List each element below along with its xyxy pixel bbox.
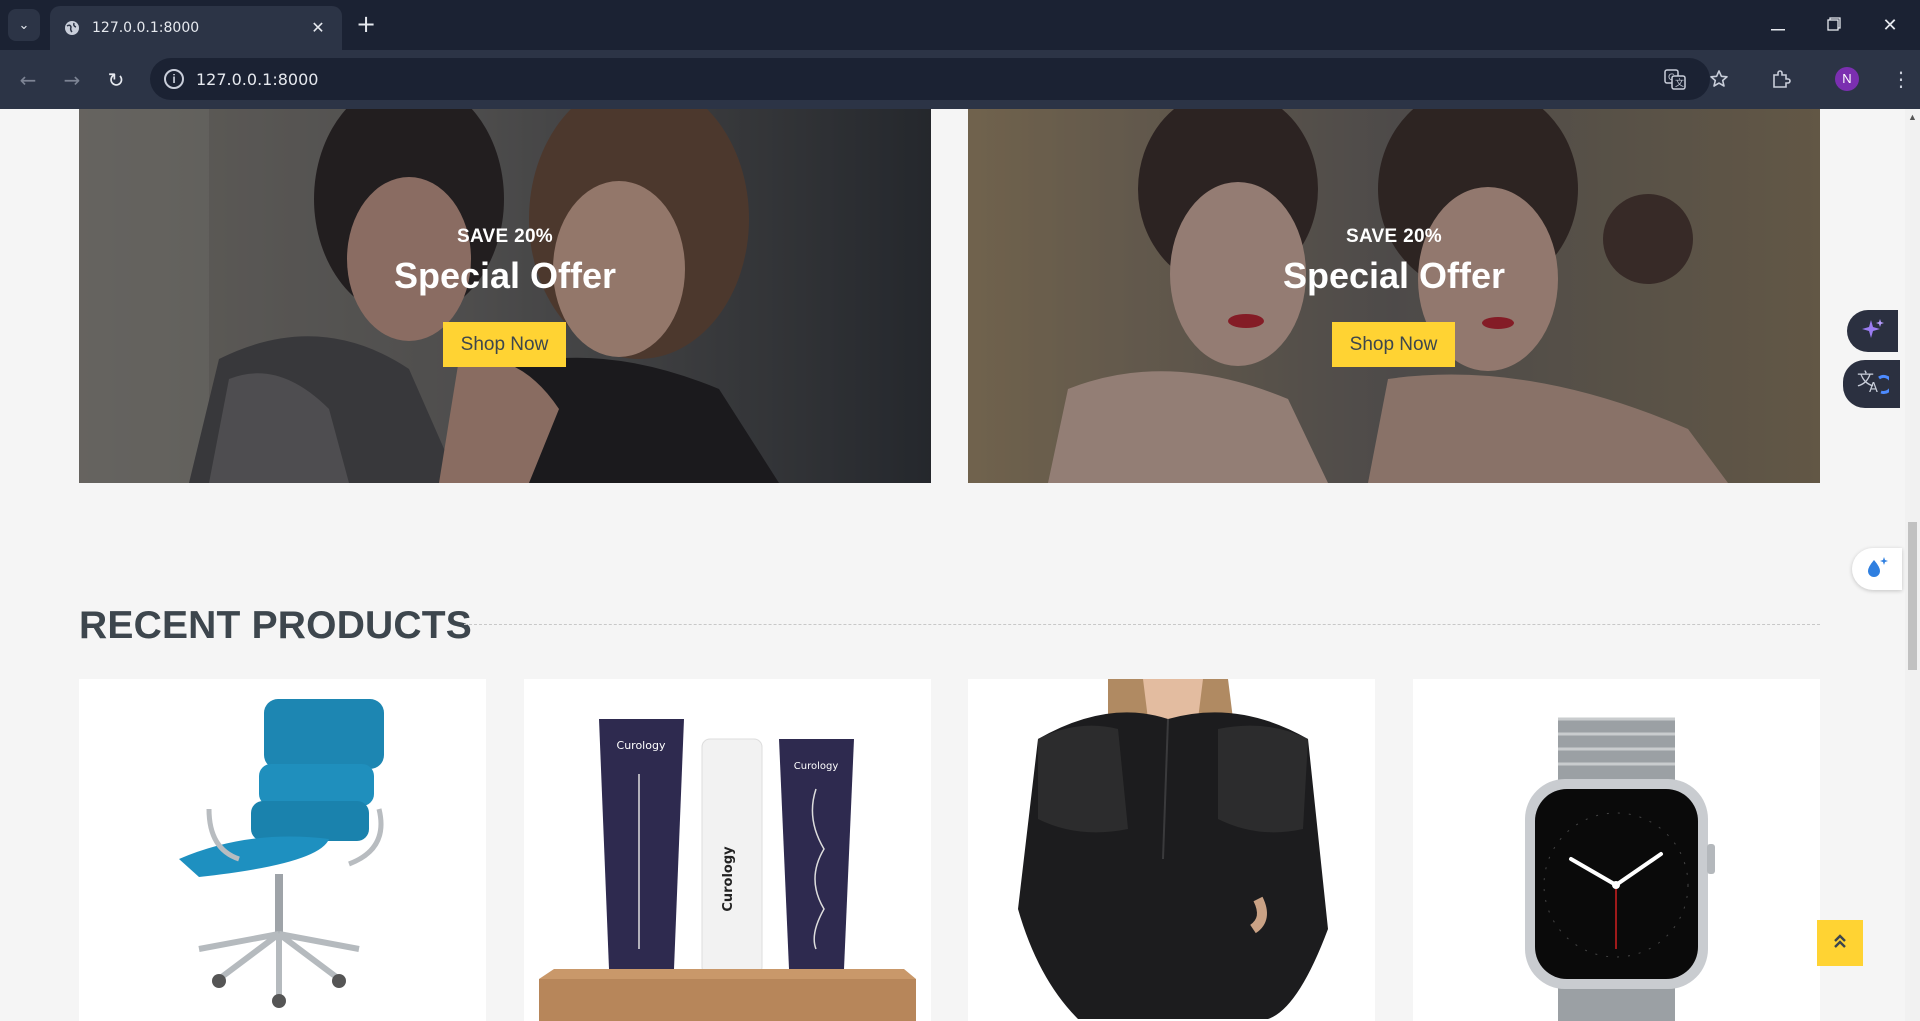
- arrow-right-icon: →: [63, 68, 81, 92]
- scroll-up-arrow[interactable]: ▲: [1905, 112, 1920, 126]
- offer-content: SAVE 20% Special Offer Shop Now: [968, 109, 1820, 483]
- offer-title: Special Offer: [1282, 255, 1506, 296]
- section-heading: RECENT PRODUCTS: [79, 604, 473, 647]
- droplet-sparkle-icon: [1863, 555, 1891, 584]
- reload-icon: ↻: [107, 68, 125, 92]
- product-image-lace-blouse: [1018, 679, 1328, 1019]
- globe-icon: [64, 20, 80, 36]
- address-bar[interactable]: i 127.0.0.1:8000 G文: [150, 58, 1728, 100]
- product-card-1[interactable]: [79, 679, 486, 1021]
- offer-discount: SAVE 20%: [456, 226, 554, 247]
- eyedropper-widget[interactable]: [1852, 548, 1902, 590]
- puzzle-icon[interactable]: [1767, 65, 1795, 93]
- kebab-menu-icon[interactable]: ⋮: [1887, 65, 1915, 93]
- product-image-office-chair: [179, 699, 384, 1008]
- avatar[interactable]: N: [1835, 67, 1859, 91]
- shop-now-button[interactable]: Shop Now: [1332, 322, 1455, 367]
- ai-assistant-widget[interactable]: [1847, 310, 1898, 352]
- close-icon[interactable]: ✕: [308, 18, 328, 38]
- close-window-button[interactable]: ✕: [1862, 0, 1918, 50]
- product-image-skincare-set: Curology Curology Curology: [539, 719, 916, 1021]
- tab-search-button[interactable]: ⌄: [8, 9, 40, 41]
- arrow-left-icon: ←: [19, 68, 37, 92]
- product-brand-text: Curology: [617, 739, 666, 752]
- minimize-button[interactable]: [1750, 0, 1806, 50]
- offer-banner-2: SAVE 20% Special Offer Shop Now: [968, 109, 1820, 483]
- minimize-icon: [1771, 15, 1785, 36]
- chevron-down-icon: ⌄: [18, 17, 30, 32]
- product-image-smartwatch: [1525, 717, 1715, 1021]
- page-viewport: SAVE 20% Special Offer Shop Now SAVE 20%…: [0, 109, 1920, 1021]
- scrollbar-thumb[interactable]: [1908, 522, 1917, 670]
- forward-button[interactable]: →: [56, 64, 88, 96]
- info-icon[interactable]: i: [164, 69, 184, 89]
- product-brand-text: Curology: [721, 846, 736, 912]
- svg-text:A: A: [1869, 381, 1878, 396]
- product-card-2[interactable]: Curology Curology Curology: [524, 679, 931, 1021]
- back-button[interactable]: ←: [12, 64, 44, 96]
- star-icon[interactable]: [1708, 68, 1730, 90]
- product-card-4[interactable]: [1413, 679, 1820, 1021]
- reload-button[interactable]: ↻: [100, 64, 132, 96]
- product-brand-text: Curology: [794, 761, 839, 772]
- double-chevron-up-icon: [1833, 933, 1847, 954]
- browser-toolbar: ← → ↻ i 127.0.0.1:8000 G文 ⋮: [0, 50, 1920, 109]
- browser-tab-bar: ⌄ 127.0.0.1:8000 ✕ + ✕: [0, 0, 1920, 50]
- translate-icon[interactable]: G文: [1664, 68, 1686, 90]
- offer-banner-1: SAVE 20% Special Offer Shop Now: [79, 109, 931, 483]
- close-icon: ✕: [1882, 14, 1898, 36]
- new-tab-button[interactable]: +: [352, 11, 380, 39]
- url-text[interactable]: 127.0.0.1:8000: [196, 70, 318, 89]
- section-divider: [464, 624, 1820, 625]
- translate-icon: 文A: [1855, 368, 1893, 401]
- translate-widget[interactable]: 文A: [1843, 360, 1900, 408]
- restore-icon: [1827, 15, 1841, 36]
- tab-title: 127.0.0.1:8000: [92, 20, 200, 36]
- browser-tab[interactable]: 127.0.0.1:8000 ✕: [50, 6, 342, 50]
- svg-text:文: 文: [1675, 77, 1684, 89]
- offer-title: Special Offer: [393, 255, 617, 296]
- shop-now-button[interactable]: Shop Now: [443, 322, 566, 367]
- back-to-top-button[interactable]: [1817, 920, 1863, 966]
- product-card-3[interactable]: [968, 679, 1375, 1021]
- restore-button[interactable]: [1806, 0, 1862, 50]
- offer-content: SAVE 20% Special Offer Shop Now: [79, 109, 931, 483]
- sparkle-icon: [1860, 316, 1886, 347]
- offer-discount: SAVE 20%: [1345, 226, 1443, 247]
